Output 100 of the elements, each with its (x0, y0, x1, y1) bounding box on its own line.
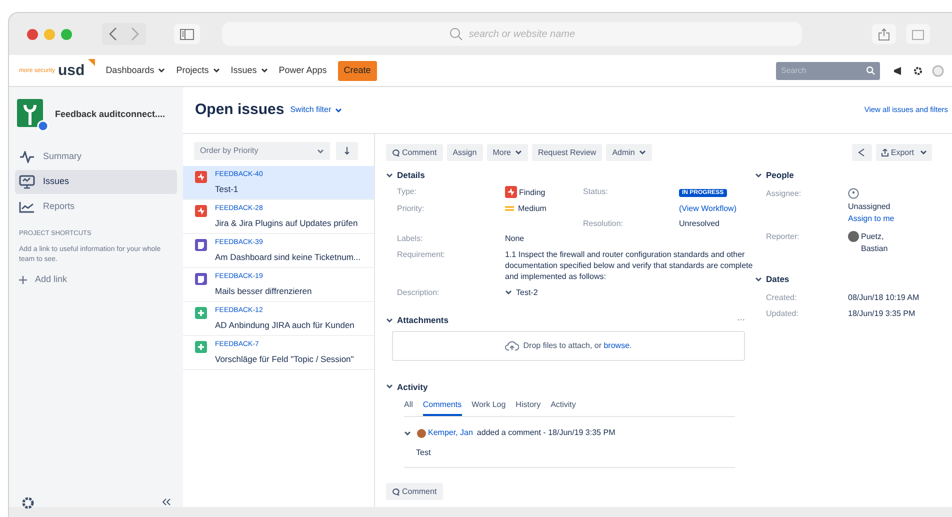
priority-icon (505, 206, 514, 211)
share-button[interactable] (852, 144, 872, 161)
toolbar-button[interactable]: Comment (386, 144, 443, 161)
activity-tab[interactable]: History (516, 399, 541, 416)
caret-icon[interactable] (386, 172, 393, 178)
drop-text: Drop files to attach, or browse. (523, 340, 632, 352)
toolbar-button[interactable]: Request Review (532, 144, 602, 161)
caret-icon (158, 68, 166, 73)
sort-button[interactable] (336, 142, 358, 160)
author-link[interactable]: Kemper, Jan (428, 427, 473, 440)
caret-icon[interactable] (755, 172, 762, 178)
field-label: Resolution: (583, 218, 624, 229)
sidebar-toggle-button[interactable] (174, 24, 200, 44)
field-label: Reporter: (766, 232, 800, 241)
browse-link[interactable]: browse. (604, 340, 632, 350)
assign-to-me-link[interactable]: Assign to me (848, 212, 928, 225)
pulse-icon (19, 151, 35, 163)
caret-icon[interactable] (404, 430, 411, 436)
comment-button[interactable]: Comment (386, 483, 443, 500)
issue-summary: Vorschläge für Feld "Topic / Session" (215, 352, 354, 366)
caret-icon (335, 108, 342, 112)
caret-icon (212, 68, 220, 73)
project-name[interactable]: Feedback auditconnect.... (55, 108, 166, 122)
activity-tab[interactable]: Comments (422, 399, 462, 416)
chart-icon (19, 201, 35, 213)
toolbar-button[interactable]: Admin (606, 144, 652, 161)
create-button[interactable]: Create (338, 60, 377, 80)
share-button[interactable] (872, 24, 896, 44)
export-icon (880, 148, 889, 156)
finding-icon (195, 171, 207, 183)
activity-tab[interactable]: Activity (550, 399, 576, 416)
caret-icon[interactable] (505, 290, 512, 295)
field-value: Unresolved (679, 218, 720, 229)
field-label: Description: (397, 286, 440, 298)
issue-summary: AD Anbindung JIRA auch für Kunden (215, 318, 354, 332)
collapse-icon[interactable] (161, 498, 171, 506)
avatar-icon (848, 230, 859, 242)
field-value: Finding (519, 186, 546, 198)
nav-menu[interactable]: Power Apps (278, 64, 327, 78)
search-icon (866, 66, 875, 75)
sidebar-item[interactable]: Reports (15, 195, 177, 219)
section-heading: Details (397, 169, 425, 182)
back-icon (109, 27, 117, 41)
comment-icon (392, 148, 400, 156)
sidebar-icon (180, 28, 194, 40)
switch-filter-link[interactable]: Switch filter (290, 104, 342, 116)
activity-tab[interactable]: All (404, 399, 413, 416)
field-value: Test-2 (516, 286, 538, 298)
plus-square-icon (195, 341, 207, 353)
section-heading: People (766, 169, 794, 182)
plus-icon (19, 276, 27, 284)
comment-icon (392, 488, 400, 496)
section-heading: Dates (766, 272, 790, 286)
activity-tab[interactable]: Work Log (472, 399, 506, 416)
avatar-icon (417, 428, 426, 438)
share-icon (857, 148, 866, 157)
field-label: Updated: (766, 308, 800, 320)
export-button[interactable]: Export (876, 144, 932, 161)
toolbar-button[interactable]: More (486, 144, 528, 161)
field-value: Unassigned (848, 200, 892, 213)
field-value: Puetz, Bastian (861, 230, 889, 255)
add-link-button[interactable]: Add link (15, 272, 72, 286)
caret-icon (920, 150, 927, 155)
section-heading: Attachments (397, 314, 448, 326)
monitor-icon (19, 175, 35, 189)
view-workflow-link[interactable]: (View Workflow) (679, 202, 769, 214)
more-button[interactable]: ··· (737, 314, 745, 326)
field-value: None (505, 232, 526, 244)
nav-menu[interactable]: Projects (176, 64, 220, 78)
caret-icon[interactable] (386, 384, 393, 390)
close-button[interactable] (27, 28, 38, 40)
toolbar-button[interactable]: Assign (446, 144, 483, 161)
nav-menu[interactable]: Dashboards (106, 64, 166, 78)
issue-summary: Jira & Jira Plugins auf Updates prüfen (215, 216, 358, 230)
logo[interactable]: usd (58, 63, 85, 78)
logo-mark-icon (88, 59, 95, 66)
comment-body: Test (416, 447, 432, 460)
caret-icon (317, 148, 324, 154)
sidebar-item[interactable]: Issues (15, 170, 177, 194)
search-icon (448, 27, 463, 41)
comment-meta: added a comment - 18/Jun/19 3:35 PM (476, 427, 616, 440)
caret-icon[interactable] (755, 276, 762, 282)
section-heading: Activity (397, 380, 428, 394)
field-label: Labels: (397, 232, 424, 244)
tabs-icon (912, 28, 924, 40)
order-dropdown[interactable]: Order by Priority (194, 142, 330, 160)
issue-summary: Am Dashboard sind keine Ticketnum... (215, 250, 361, 264)
settings-icon[interactable] (21, 496, 35, 510)
address-placeholder: search or website name (468, 28, 576, 42)
sidebar-item[interactable]: Summary (15, 145, 177, 169)
nav-menu[interactable]: Issues (230, 64, 268, 78)
settings-icon[interactable] (913, 66, 923, 76)
field-label: Assignee: (766, 188, 802, 200)
drop-zone[interactable]: Drop files to attach, or browse. (392, 330, 745, 360)
field-label: Created: (766, 292, 798, 304)
requirement-text: 1.1 Inspect the firewall and router configuration standards and other documentation specified below and verify that standards are complete and implemented as follows: (505, 248, 754, 282)
finding-icon (505, 186, 517, 198)
caret-icon[interactable] (386, 318, 393, 323)
search-placeholder: Search (781, 64, 806, 76)
plus-square-icon (195, 307, 207, 319)
